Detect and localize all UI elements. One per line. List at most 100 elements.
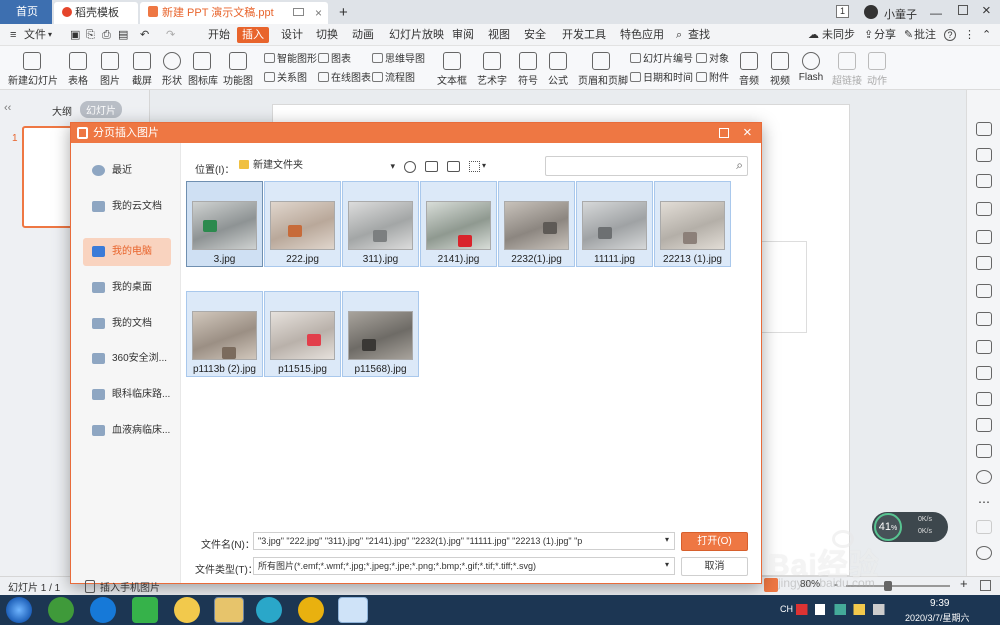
file-thumbnail[interactable]: 2141).jpg	[420, 181, 497, 267]
collapse-panel-icon[interactable]: ‹‹	[4, 102, 11, 114]
slideshow-play-icon[interactable]	[764, 578, 778, 592]
file-thumbnail[interactable]: 222.jpg	[264, 181, 341, 267]
view-mode-icon[interactable]	[469, 161, 480, 172]
tab-outline[interactable]: 大纲	[52, 103, 72, 118]
file-thumbnail[interactable]: 2232(1).jpg	[498, 181, 575, 267]
more-panel-icon[interactable]: ⋯	[976, 496, 992, 510]
search-input[interactable]: ⌕	[545, 156, 748, 176]
cancel-button[interactable]: 取消	[681, 557, 748, 576]
sidebar-item-360[interactable]: 360安全浏...	[83, 345, 171, 373]
menu-review[interactable]: 审阅	[452, 27, 474, 43]
more-icon[interactable]: ⋮	[964, 27, 975, 43]
file-thumbnail[interactable]: 22213 (1).jpg	[654, 181, 731, 267]
sidebar-item-documents[interactable]: 我的文档	[83, 310, 171, 338]
chart-panel-icon[interactable]	[976, 230, 992, 244]
open-button[interactable]: 打开(O)	[681, 532, 748, 551]
comment-icon[interactable]: ✎	[904, 27, 913, 43]
file-thumbnail[interactable]: 311).jpg	[342, 181, 419, 267]
kugou-icon[interactable]	[90, 597, 116, 623]
clock-time[interactable]: 9:39	[930, 598, 949, 609]
menu-security[interactable]: 安全	[524, 27, 546, 43]
icon-library-button[interactable]: 图标库	[188, 52, 218, 87]
menu-insert[interactable]: 插入	[237, 27, 269, 43]
textbox-button[interactable]: 文本框	[434, 52, 470, 87]
export-panel-icon[interactable]	[976, 312, 992, 326]
user-name[interactable]: 小童子	[884, 6, 917, 22]
menu-special[interactable]: 特色应用	[620, 27, 664, 43]
file-arrow-icon[interactable]: ▾	[48, 27, 52, 43]
tab-slides[interactable]: 幻灯片	[80, 101, 122, 118]
parent-folder-icon[interactable]	[425, 161, 438, 172]
video-button[interactable]: 视频	[766, 52, 794, 87]
clock-date[interactable]: 2020/3/7/星期六	[905, 611, 970, 624]
menu-search[interactable]: 查找	[688, 27, 710, 43]
function-chart-button[interactable]: 功能图	[220, 52, 256, 87]
tab-document[interactable]: 新建 PPT 演示文稿.ppt ×	[140, 2, 328, 24]
file-thumbnail[interactable]: 11111.jpg	[576, 181, 653, 267]
save-icon[interactable]: ▣	[70, 27, 80, 43]
filename-field[interactable]: "3.jpg" "222.jpg" "311).jpg" "2141).jpg"…	[253, 532, 675, 550]
menu-developer[interactable]: 开发工具	[562, 27, 606, 43]
layers-icon[interactable]	[976, 366, 992, 380]
share-button[interactable]: 分享	[874, 27, 896, 43]
filetype-select[interactable]: 所有图片(*.emf;*.wmf;*.jpg;*.jpeg;*.jpe;*.pn…	[253, 557, 675, 575]
zoom-slider[interactable]	[846, 585, 950, 587]
tray-icons[interactable]	[796, 604, 892, 615]
file-thumbnail[interactable]: p11515.jpg	[264, 291, 341, 377]
zoom-out-button[interactable]: -	[834, 577, 838, 591]
formula-button[interactable]: 公式	[544, 52, 572, 87]
share-icon[interactable]: ⇪	[864, 27, 873, 43]
sidebar-item-desktop[interactable]: 我的桌面	[83, 274, 171, 302]
minimize-icon[interactable]: —	[930, 6, 942, 20]
attachment-button[interactable]: 附件	[696, 71, 729, 86]
menu-slideshow[interactable]: 幻灯片放映	[389, 27, 444, 43]
insert-phone-picture-button[interactable]: 插入手机图片	[85, 579, 160, 594]
close-window-icon[interactable]: ×	[982, 2, 991, 19]
close-tab-icon[interactable]: ×	[315, 2, 322, 24]
picture-button[interactable]: 图片	[96, 52, 124, 87]
fit-window-icon[interactable]	[980, 580, 991, 591]
relation-chart-button[interactable]: 关系图	[264, 71, 307, 86]
new-tab-button[interactable]: +	[336, 2, 356, 24]
new-folder-icon[interactable]	[447, 161, 460, 172]
security-app-icon[interactable]	[256, 597, 282, 623]
gear-panel-icon[interactable]	[976, 546, 992, 560]
tab-home[interactable]: 首页	[0, 0, 52, 24]
grid-icon[interactable]	[976, 202, 992, 216]
sidebar-item-hematology[interactable]: 血液病临床...	[83, 417, 171, 445]
copy-format-icon[interactable]	[976, 174, 992, 188]
window-count-badge[interactable]: 1	[836, 5, 849, 18]
back-icon[interactable]	[404, 161, 416, 173]
filename-dropdown-icon[interactable]: ▾	[665, 535, 669, 544]
help-button[interactable]: ?	[944, 29, 956, 41]
shop-icon[interactable]	[976, 444, 992, 458]
chart-button[interactable]: 图表	[318, 52, 351, 67]
settings-panel-icon[interactable]	[976, 256, 992, 270]
file-explorer-icon[interactable]	[214, 597, 244, 623]
clipboard-icon[interactable]	[976, 148, 992, 162]
menu-transition[interactable]: 切换	[316, 27, 338, 43]
brush-icon[interactable]	[976, 340, 992, 354]
tab-template[interactable]: 稻壳模板	[54, 2, 138, 24]
search-icon[interactable]: ⌕	[676, 27, 682, 43]
shield-panel-icon[interactable]	[976, 520, 992, 534]
user-avatar[interactable]	[864, 5, 878, 19]
menu-view[interactable]: 视图	[488, 27, 510, 43]
hyperlink-button[interactable]: 超链接	[832, 52, 862, 87]
help-panel-icon[interactable]	[976, 470, 992, 484]
online-chart-button[interactable]: 在线图表	[318, 71, 371, 86]
start-button-icon[interactable]	[6, 597, 32, 623]
collapse-ribbon-icon[interactable]: ⌃	[982, 27, 991, 43]
mind-map-button[interactable]: 思维导图	[372, 52, 425, 67]
restore-icon[interactable]	[958, 5, 968, 15]
preview-icon[interactable]: ▤	[118, 27, 128, 43]
menu-animation[interactable]: 动画	[352, 27, 374, 43]
filetype-dropdown-icon[interactable]: ▾	[665, 560, 669, 569]
symbol-button[interactable]: 符号	[514, 52, 542, 87]
file-thumbnail[interactable]: 3.jpg	[186, 181, 263, 267]
smart-art-button[interactable]: 智能图形	[264, 52, 317, 67]
print-icon[interactable]: ⎙	[102, 27, 111, 43]
sync-status[interactable]: 未同步	[822, 27, 855, 43]
monitor-icon[interactable]	[293, 8, 304, 16]
undo-icon[interactable]: ↶	[140, 27, 149, 43]
